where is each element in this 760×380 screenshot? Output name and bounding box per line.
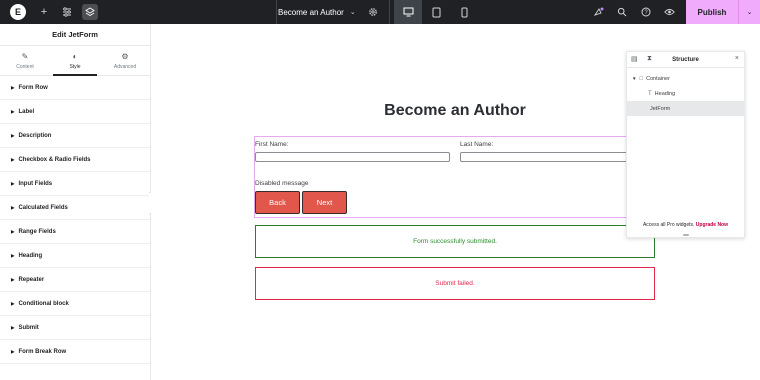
back-button[interactable]: Back [255,191,300,214]
section-form-row[interactable]: ▶ Form Row [0,76,150,100]
structure-title: Structure [672,56,699,63]
tree-item-container[interactable]: ▼ □ Container [627,71,744,86]
style-sections-list: ▶ Form Row ▶ Label ▶ Description ▶ Checkbox … [0,76,150,364]
section-label: Form Row [18,84,48,91]
tree-item-label: JetForm [650,105,671,112]
section-form-break-row[interactable]: ▶ Form Break Row [0,340,150,364]
section-label: Conditional block [18,300,69,307]
tab-advanced-label: Advanced [113,63,137,70]
page-settings-gear-icon[interactable] [365,4,381,20]
section-description[interactable]: ▶ Description [0,124,150,148]
section-input-fields[interactable]: ▶ Input Fields [0,172,150,196]
divider [276,0,277,24]
caret-right-icon: ▶ [11,252,15,258]
pro-notice-text: Access all Pro widgets. [642,222,695,228]
tab-content-label: Content [16,63,34,70]
last-name-label: Last Name: [460,141,494,148]
section-repeater[interactable]: ▶ Repeater [0,268,150,292]
caret-right-icon: ▶ [11,348,15,354]
caret-right-icon: ▶ [11,204,15,210]
next-button[interactable]: Next [302,191,347,214]
divider [389,0,390,24]
top-bar: E + Become an Author ⌄ ? Publish ⌄ [0,0,760,24]
tab-advanced[interactable]: ⚙ Advanced [100,46,150,75]
caret-right-icon: ▶ [11,84,15,90]
close-icon[interactable]: × [735,55,739,62]
search-icon[interactable] [614,4,630,20]
section-label: Description [18,132,52,139]
disabled-message: Disabled message [255,180,309,187]
section-label: Calculated Fields [18,204,68,211]
section-label: Label [18,108,35,115]
first-name-label: First Name: [255,141,289,148]
site-settings-icon[interactable] [59,4,75,20]
desktop-view-icon[interactable] [394,0,422,24]
heading-icon: T [648,90,652,97]
section-calculated-fields[interactable]: ▶ Calculated Fields [0,196,150,220]
caret-right-icon: ▶ [11,300,15,306]
section-submit[interactable]: ▶ Submit [0,316,150,340]
add-element-icon[interactable]: + [36,4,52,20]
resize-handle[interactable] [683,234,689,236]
container-icon: □ [639,75,644,82]
pencil-icon: ✎ [21,51,29,61]
tablet-view-icon[interactable] [422,0,450,24]
section-range-fields[interactable]: ▶ Range Fields [0,220,150,244]
notifications-icon[interactable] [590,4,606,20]
caret-right-icon: ▶ [11,228,15,234]
structure-header: ▤ ⧗ Structure × [627,52,744,68]
caret-right-icon: ▶ [11,132,15,138]
editor-panel: Edit JetForm ✎ Content ◐ Style ⚙ Advance… [0,24,151,380]
section-label: Repeater [18,276,45,283]
success-message: Form successfully submitted. [255,225,655,258]
chevron-down-icon: ⌄ [349,9,356,16]
section-label: Form Break Row [18,348,67,355]
section-label[interactable]: ▶ Label [0,100,150,124]
section-label: Input Fields [18,180,53,187]
caret-down-icon[interactable]: ▼ [632,76,636,81]
section-checkbox-radio-fields[interactable]: ▶ Checkbox & Radio Fields [0,148,150,172]
publish-button[interactable]: Publish [686,0,738,24]
elementor-logo-icon[interactable]: E [10,4,26,20]
tree-item-heading[interactable]: T Heading [627,86,744,101]
page-title: Become an Author [278,7,344,17]
panel-title: Edit JetForm [0,24,150,46]
mobile-view-icon[interactable] [450,0,478,24]
publish-options-chevron-icon[interactable]: ⌄ [738,0,760,24]
tree-item-jetform[interactable]: JetForm [627,101,744,116]
first-name-input[interactable] [255,152,450,162]
tab-style-label: Style [69,63,81,70]
panel-tabs: ✎ Content ◐ Style ⚙ Advanced [0,46,150,76]
page-title-dropdown[interactable]: Become an Author ⌄ [278,0,356,24]
caret-right-icon: ▶ [11,180,15,186]
pro-upgrade-notice: Access all Pro widgets. Upgrade Now [627,222,744,228]
section-conditional-block[interactable]: ▶ Conditional block [0,292,150,316]
fail-message: Submit failed. [255,267,655,300]
tree-item-label: Heading [654,90,676,97]
tab-style[interactable]: ◐ Style [50,46,100,76]
help-icon[interactable]: ? [638,4,654,20]
section-label: Submit [18,324,39,331]
caret-right-icon: ▶ [11,324,15,330]
section-label: Checkbox & Radio Fields [18,156,91,163]
section-heading[interactable]: ▶ Heading [0,244,150,268]
gear-icon: ⚙ [121,51,129,61]
section-label: Heading [18,252,43,259]
half-circle-icon: ◐ [72,51,78,61]
caret-right-icon: ▶ [11,156,15,162]
tree-item-label: Container [646,75,670,82]
tab-content[interactable]: ✎ Content [0,46,50,75]
structure-panel: ▤ ⧗ Structure × ▼ □ Container T Heading … [626,51,745,238]
structure-layers-icon[interactable] [82,4,98,20]
caret-right-icon: ▶ [11,276,15,282]
upgrade-now-link[interactable]: Upgrade Now [696,222,728,228]
caret-right-icon: ▶ [11,108,15,114]
form-heading: Become an Author [384,102,526,119]
preview-eye-icon[interactable] [661,4,677,20]
section-label: Range Fields [18,228,56,235]
structure-tree: ▼ □ Container T Heading JetForm [627,68,744,116]
